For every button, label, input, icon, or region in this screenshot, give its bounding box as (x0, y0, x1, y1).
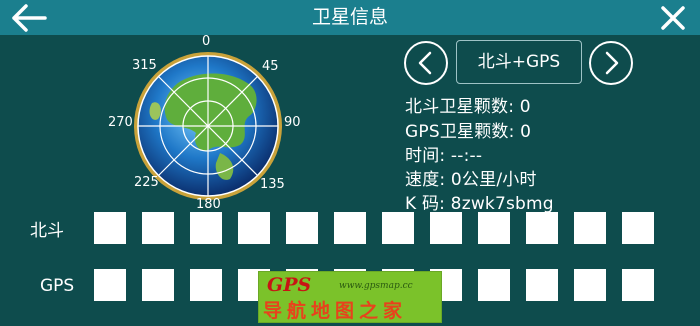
beidou-signal-slot (142, 212, 174, 244)
gps-signal-slot (190, 269, 222, 301)
gps-signal-slot (526, 269, 558, 301)
compass-label-315: 315 (132, 58, 157, 73)
compass-label-0: 0 (202, 34, 211, 49)
gps-signal-slot (94, 269, 126, 301)
speed-value: 速度: 0公里/小时 (405, 170, 537, 190)
gps-signal-slot (622, 269, 654, 301)
gps-signal-slot (574, 269, 606, 301)
compass-label-270: 270 (108, 115, 133, 130)
beidou-signal-slot (622, 212, 654, 244)
system-select[interactable]: 北斗+GPS (456, 40, 582, 84)
beidou-signal-slot (238, 212, 270, 244)
compass-label-90: 90 (284, 115, 301, 130)
watermark-logo: GPS www.gpsmap.cc 导航地图之家 (258, 271, 442, 323)
compass-label-180: 180 (196, 197, 221, 212)
beidou-signal-slot (94, 212, 126, 244)
watermark-brand: GPS (267, 274, 312, 296)
next-system-button[interactable] (589, 41, 633, 85)
watermark-url: www.gpsmap.cc (339, 281, 413, 291)
satellite-sky-plot: 0 45 90 135 180 225 270 315 (100, 33, 320, 213)
beidou-signal-slot (286, 212, 318, 244)
beidou-signal-slot (334, 212, 366, 244)
gps-signal-slot (478, 269, 510, 301)
beidou-satellite-count: 北斗卫星颗数: 0 (405, 97, 531, 117)
time-value: 时间: --:-- (405, 146, 483, 166)
page-title: 卫星信息 (311, 6, 388, 28)
beidou-signal-slot (382, 212, 414, 244)
compass-label-135: 135 (260, 177, 285, 192)
previous-system-button[interactable] (404, 41, 448, 85)
beidou-signal-slot (574, 212, 606, 244)
beidou-signal-slot (190, 212, 222, 244)
chevron-right-icon (605, 51, 619, 75)
chevron-left-icon (418, 51, 432, 75)
watermark-text: 导航地图之家 (263, 300, 408, 322)
close-icon[interactable] (660, 5, 686, 31)
gps-signal-slot (142, 269, 174, 301)
gps-row-label: GPS (40, 276, 75, 296)
beidou-row-label: 北斗 (30, 221, 64, 241)
compass-label-45: 45 (262, 59, 279, 74)
beidou-signal-slot (430, 212, 462, 244)
compass-label-225: 225 (134, 175, 159, 190)
k-code-value: K 码: 8zwk7sbmg (405, 194, 554, 214)
gps-satellite-count: GPS卫星颗数: 0 (405, 122, 532, 142)
beidou-signal-slot (526, 212, 558, 244)
beidou-signal-slot (478, 212, 510, 244)
